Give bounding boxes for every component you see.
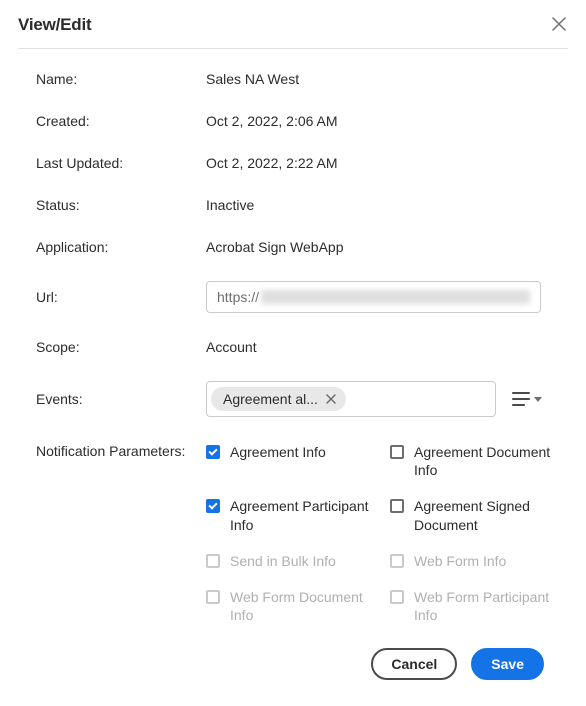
- url-redacted: [261, 290, 530, 304]
- last-updated-value: Oct 2, 2022, 2:22 AM: [206, 155, 554, 171]
- checkbox-label: Web Form Document Info: [230, 588, 370, 624]
- name-value: Sales NA West: [206, 71, 554, 87]
- checkbox-label: Agreement Info: [230, 443, 326, 461]
- checkbox-icon: [390, 499, 404, 513]
- checkbox-agreement-doc-info[interactable]: Agreement Document Info: [390, 443, 554, 479]
- checkbox-icon: [206, 590, 220, 604]
- application-label: Application:: [36, 239, 206, 255]
- chevron-down-icon: [534, 397, 542, 402]
- url-label: Url:: [36, 289, 206, 305]
- dialog-title: View/Edit: [18, 15, 91, 35]
- checkbox-web-form-doc-info: Web Form Document Info: [206, 588, 370, 624]
- checkbox-send-in-bulk-info: Send in Bulk Info: [206, 552, 370, 570]
- checkbox-label: Web Form Info: [414, 552, 506, 570]
- created-label: Created:: [36, 113, 206, 129]
- checkbox-label: Agreement Document Info: [414, 443, 554, 479]
- close-icon[interactable]: [550, 14, 568, 36]
- notification-params-label: Notification Parameters:: [36, 443, 206, 459]
- events-input[interactable]: Agreement al...: [206, 381, 496, 417]
- checkbox-agreement-participant-info[interactable]: Agreement Participant Info: [206, 497, 370, 533]
- checkbox-web-form-info: Web Form Info: [390, 552, 554, 570]
- status-value: Inactive: [206, 197, 554, 213]
- url-input[interactable]: https://: [206, 281, 541, 313]
- checkbox-icon: [390, 554, 404, 568]
- checkbox-label: Agreement Signed Document: [414, 497, 554, 533]
- event-tag-label: Agreement al...: [223, 391, 318, 407]
- view-edit-dialog: View/Edit Name: Sales NA West Created: O…: [0, 0, 586, 706]
- created-value: Oct 2, 2022, 2:06 AM: [206, 113, 554, 129]
- checkbox-web-form-participant-info: Web Form Participant Info: [390, 588, 554, 624]
- save-button[interactable]: Save: [471, 648, 544, 680]
- checkbox-icon: [206, 445, 220, 459]
- dialog-footer: Cancel Save: [36, 624, 554, 680]
- event-tag: Agreement al...: [211, 387, 346, 411]
- dialog-header: View/Edit: [18, 14, 568, 49]
- scope-label: Scope:: [36, 339, 206, 355]
- url-prefix: https://: [217, 289, 259, 305]
- checkbox-icon: [390, 445, 404, 459]
- checkbox-label: Agreement Participant Info: [230, 497, 370, 533]
- checkbox-agreement-signed-doc[interactable]: Agreement Signed Document: [390, 497, 554, 533]
- events-list-toggle[interactable]: [512, 392, 542, 406]
- name-label: Name:: [36, 71, 206, 87]
- dialog-body: Name: Sales NA West Created: Oct 2, 2022…: [18, 49, 568, 690]
- checkbox-label: Send in Bulk Info: [230, 552, 336, 570]
- checkbox-icon: [390, 590, 404, 604]
- last-updated-label: Last Updated:: [36, 155, 206, 171]
- cancel-button[interactable]: Cancel: [371, 648, 457, 680]
- application-value: Acrobat Sign WebApp: [206, 239, 554, 255]
- events-label: Events:: [36, 391, 206, 407]
- notification-params-grid: Agreement Info Agreement Document Info A…: [206, 443, 554, 624]
- status-label: Status:: [36, 197, 206, 213]
- checkbox-icon: [206, 499, 220, 513]
- checkbox-agreement-info[interactable]: Agreement Info: [206, 443, 370, 479]
- checkbox-icon: [206, 554, 220, 568]
- checkbox-label: Web Form Participant Info: [414, 588, 554, 624]
- scope-value: Account: [206, 339, 554, 355]
- remove-tag-icon[interactable]: [326, 392, 336, 407]
- list-icon: [512, 392, 530, 406]
